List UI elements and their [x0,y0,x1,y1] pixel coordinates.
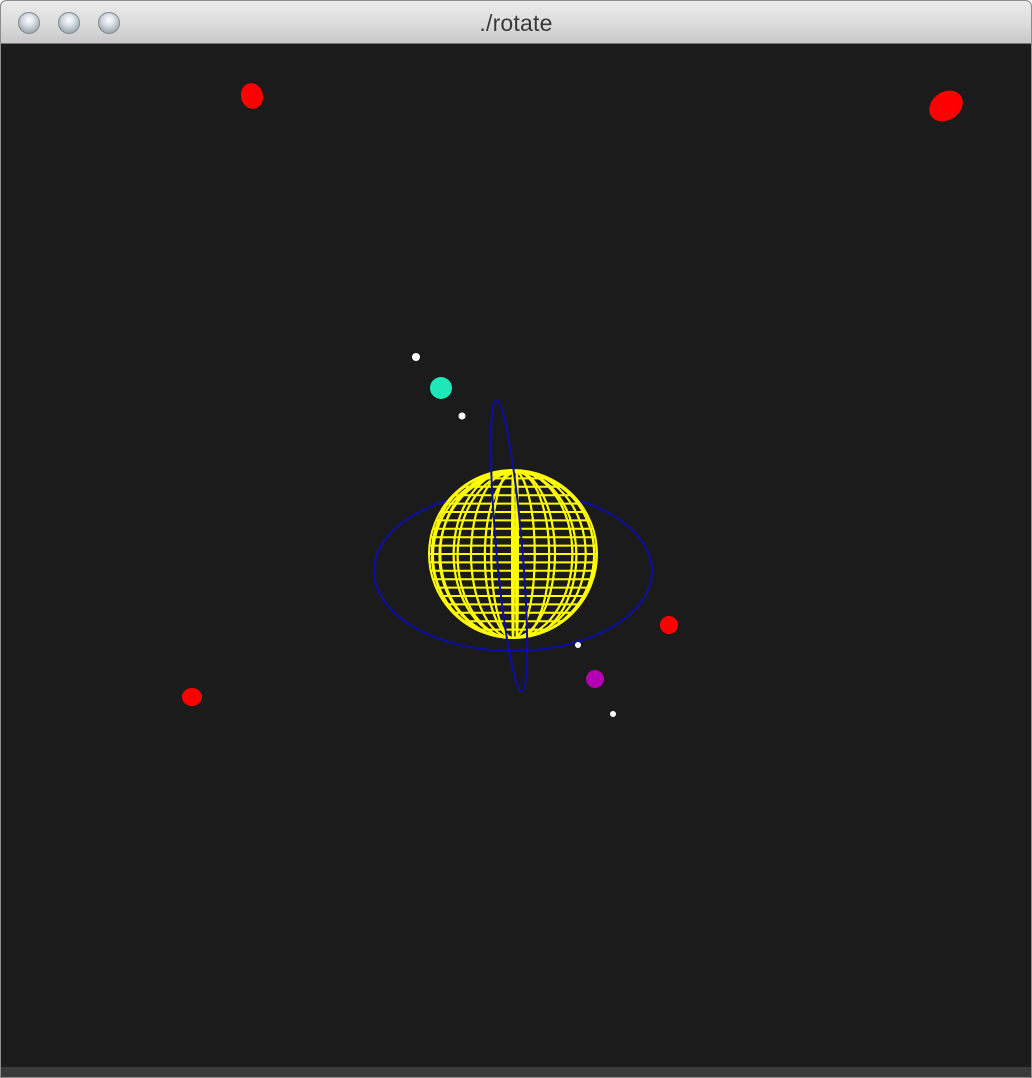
scene-svg [182,83,963,717]
sun-longitude-line [511,470,515,638]
gl-canvas[interactable] [1,44,1031,1069]
red-planet-left [182,688,202,706]
red-planet-right [660,616,678,634]
window-bottom-edge [1,1067,1031,1077]
magenta-planet [586,670,604,688]
moon-4 [610,711,616,717]
app-window: ./rotate [0,0,1032,1078]
moon-2 [458,412,466,420]
window-title: ./rotate [479,10,553,36]
red-planet-top-right [929,90,963,122]
red-planet-top-left [240,83,264,109]
moon-1 [412,353,420,361]
title-bar[interactable]: ./rotate [1,1,1031,44]
teal-planet [430,377,452,399]
moon-3 [575,642,581,648]
